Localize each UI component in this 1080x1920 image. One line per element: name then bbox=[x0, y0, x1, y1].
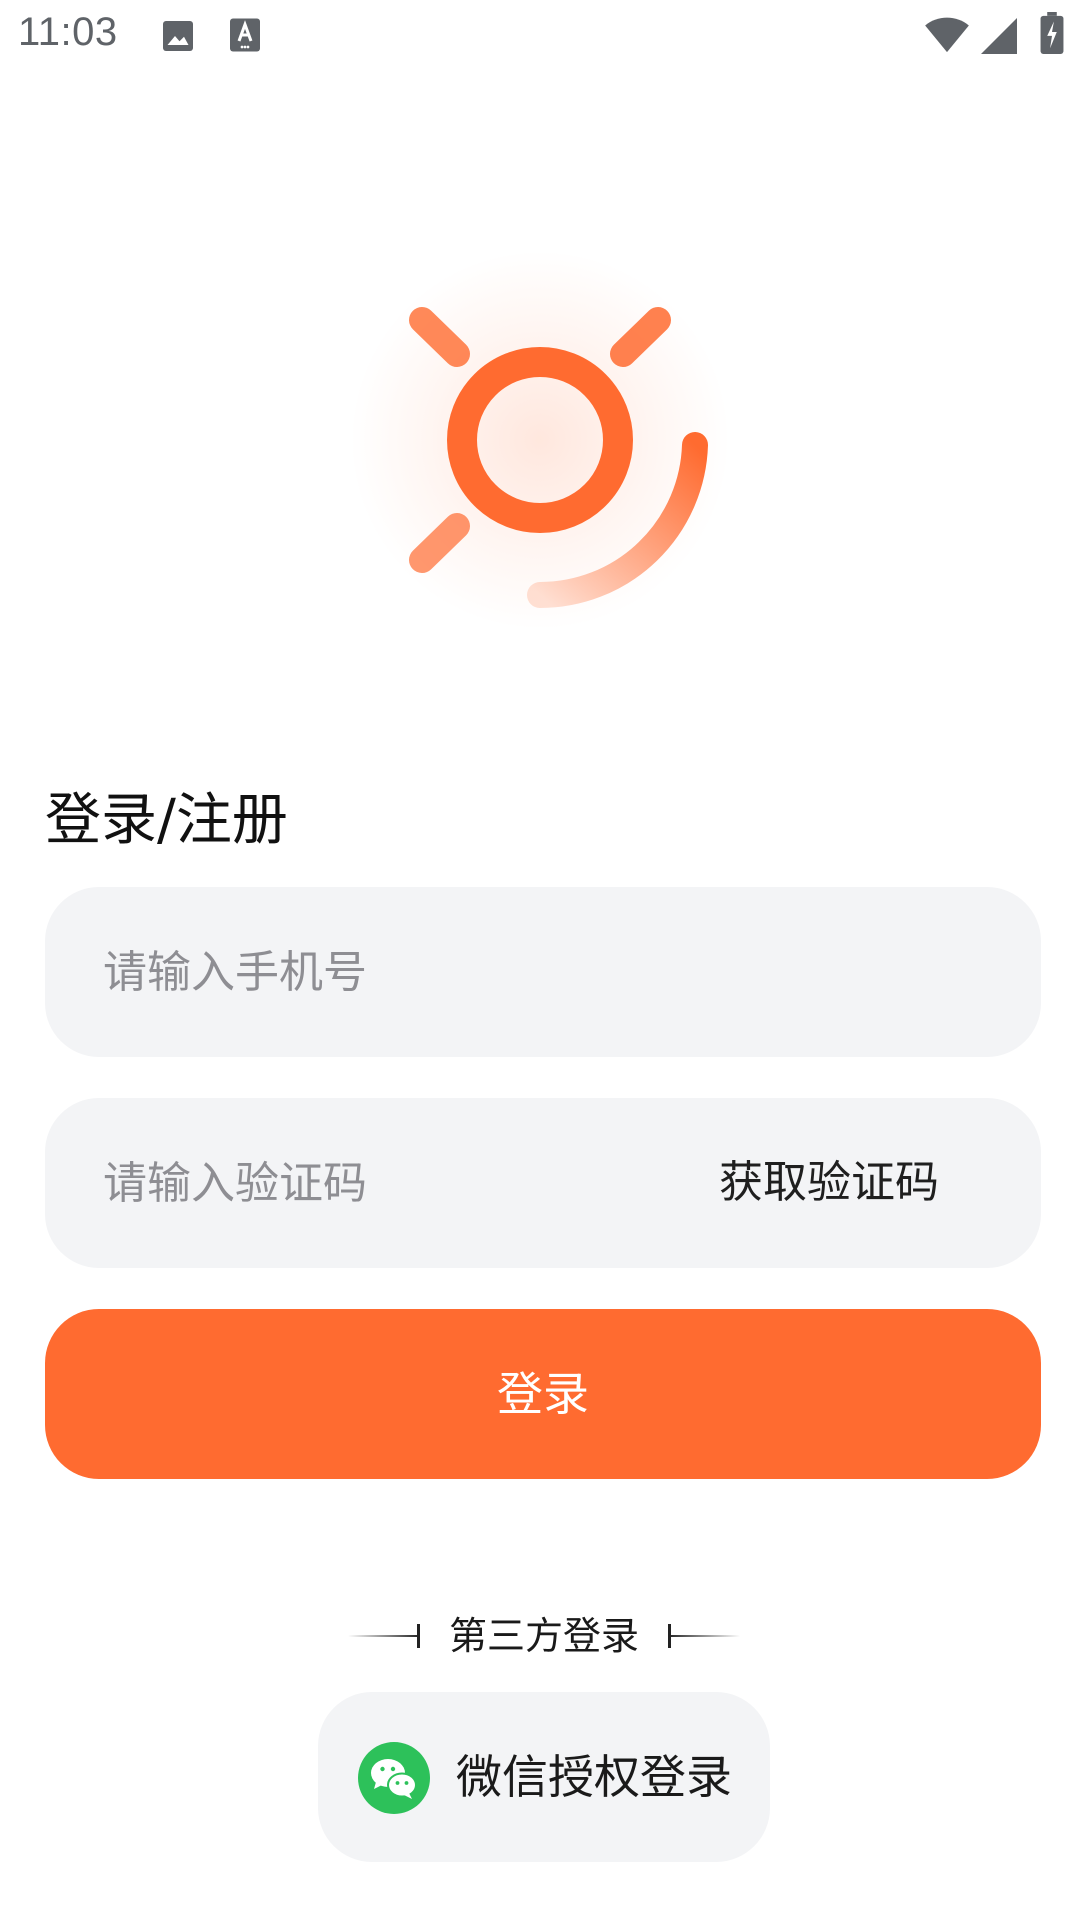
third-party-label: 第三方登录 bbox=[448, 1614, 639, 1658]
battery-charging-icon bbox=[1040, 12, 1064, 54]
code-field[interactable]: 获取验证码 bbox=[45, 1098, 1041, 1268]
a-keyboard-icon bbox=[230, 18, 260, 52]
sun-logo-icon bbox=[350, 250, 730, 630]
signal-icon bbox=[981, 18, 1017, 54]
page-title: 登录/注册 bbox=[45, 788, 288, 853]
wechat-login-label: 微信授权登录 bbox=[456, 1750, 732, 1804]
wechat-icon bbox=[358, 1742, 430, 1814]
phone-input[interactable] bbox=[103, 887, 663, 1057]
divider-line-right bbox=[668, 1635, 740, 1637]
get-code-button[interactable]: 获取验证码 bbox=[719, 1098, 939, 1268]
third-party-divider: 第三方登录 bbox=[0, 1608, 1080, 1664]
code-input[interactable] bbox=[103, 1098, 663, 1268]
wechat-login-button[interactable]: 微信授权登录 bbox=[318, 1692, 770, 1862]
status-time: 11:03 bbox=[18, 10, 118, 54]
wifi-icon bbox=[925, 17, 969, 53]
login-screen: 11:03 登录/注册 请输入手机号 请输入验证码 获取验证码 登录 第三方登录… bbox=[0, 0, 1080, 1920]
image-icon bbox=[163, 21, 193, 51]
divider-line-left bbox=[348, 1635, 420, 1637]
login-button[interactable]: 登录 bbox=[45, 1309, 1041, 1479]
phone-field[interactable] bbox=[45, 887, 1041, 1057]
status-bar: 11:03 bbox=[0, 0, 1080, 72]
